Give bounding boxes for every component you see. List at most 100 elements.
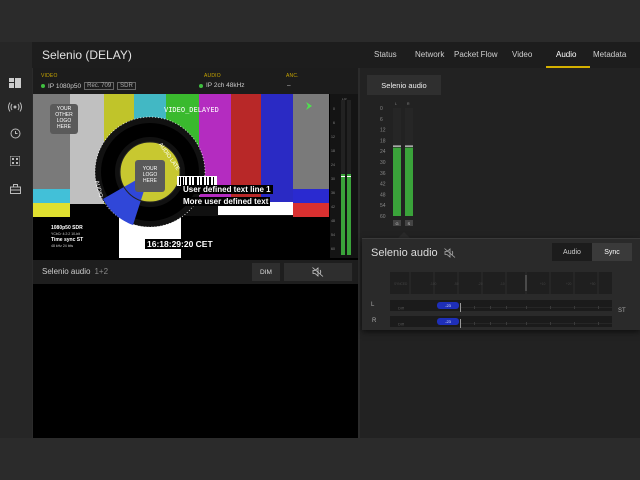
ring-top-text: VIDEO_DELAYED: [164, 106, 219, 114]
meter-peak: [393, 145, 401, 147]
dashboard-icon[interactable]: [8, 76, 22, 90]
range-chip: SDR: [117, 82, 136, 90]
grid-icon[interactable]: [8, 154, 22, 168]
mute-button[interactable]: [284, 263, 352, 281]
center-logo-placeholder: YOUR LOGO HERE: [142, 166, 158, 184]
audio-strip-channels: 1+2: [94, 267, 109, 276]
toolbox-icon[interactable]: [8, 182, 22, 196]
broadcast-icon[interactable]: [8, 100, 22, 114]
tab-video[interactable]: Video: [512, 50, 532, 59]
svg-text:-20: -20: [478, 282, 483, 286]
level-meter-svg: 0 6 12 18 24 30 36 42 48 54 60 L R G S: [380, 102, 413, 226]
meter-scale-label: 12: [380, 128, 386, 134]
meter-scale-label: 6: [380, 117, 383, 123]
svg-text:18: 18: [331, 149, 335, 153]
video-status-dot: [41, 84, 45, 88]
user-text-line-1: User defined text line 1: [181, 185, 273, 194]
svg-text:54: 54: [331, 233, 335, 237]
svg-text:0: 0: [333, 107, 335, 111]
app-root: Selenio (DELAY) Status Network Packet Fl…: [0, 0, 640, 480]
video-format: IP 1080p50 Rec. 709 SDR: [41, 82, 136, 90]
tab-network[interactable]: Network: [415, 50, 444, 59]
audio-strip-label: Selenio audio 1+2: [42, 267, 108, 276]
stereo-label: ST: [618, 308, 626, 314]
meter-scale-label: 42: [380, 182, 386, 188]
bottom-area: [0, 438, 640, 480]
svg-text:+10: +10: [540, 282, 546, 286]
svg-text:+50: +50: [590, 282, 596, 286]
audio-format-text: IP 2ch 48kHz: [206, 82, 245, 89]
svg-text:SYNCED: SYNCED: [394, 282, 408, 286]
time-sync: Time sync ST: [51, 237, 84, 243]
left-sync-value: -23: [437, 302, 459, 309]
tab-packet-flow[interactable]: Packet Flow: [454, 50, 498, 59]
video-format-text: IP 1080p50: [48, 82, 82, 90]
segment-sync[interactable]: Sync: [592, 243, 632, 261]
video-audio-meters: L R 0 6 12 18 24 30 36 42 48 54 60: [330, 94, 358, 258]
audio-sync-toggle: Audio Sync: [552, 243, 632, 261]
page-title: Selenio (DELAY): [42, 48, 132, 62]
svg-text:12: 12: [331, 135, 335, 139]
meter-scale-label: 60: [380, 214, 386, 220]
meter-scale-label: 30: [380, 160, 386, 166]
sync-row-right: Diff: [390, 316, 612, 328]
svg-text:+20: +20: [566, 282, 572, 286]
tab-audio[interactable]: Audio: [556, 50, 576, 59]
signal-info-bar: [33, 68, 358, 94]
anc-header: ANC.: [286, 73, 299, 79]
right-channel-label: R: [372, 318, 377, 324]
format-info: 1080p50 SDR: [51, 225, 83, 231]
meter-scale-label: 54: [380, 203, 386, 209]
time-sync-sub: 48 kHz 24 bits: [51, 244, 74, 248]
meter-bar: [405, 147, 413, 216]
meter-scale-label: 36: [380, 171, 386, 177]
audio-source-selector[interactable]: Selenio audio: [367, 75, 441, 95]
meter-header: L: [395, 102, 397, 106]
sync-timeline: SYNCED -100 -50 -20 -10 +10 +20 +50: [390, 272, 612, 294]
clock-icon[interactable]: [8, 126, 22, 140]
sync-row-left: Diff: [390, 300, 612, 312]
svg-text:30: 30: [331, 177, 335, 181]
svg-text:Diff: Diff: [398, 322, 405, 327]
side-rail: [0, 42, 32, 438]
svg-text:-10: -10: [500, 282, 505, 286]
meter-scale-label: 0: [380, 106, 383, 112]
video-preview[interactable]: YOUR OTHER LOGO HERE YOUR LOGO HERE VIDE…: [33, 94, 329, 258]
svg-text:-50: -50: [454, 282, 459, 286]
right-sync-value: -23: [437, 318, 459, 325]
left-channel-label: L: [371, 302, 375, 308]
svg-text:6: 6: [333, 121, 335, 125]
video-header: VIDEO: [41, 73, 58, 79]
audio-format: IP 2ch 48kHz: [199, 82, 245, 89]
meter-channel-label: S: [408, 221, 411, 226]
anc-value: –: [287, 82, 291, 89]
format-sub: YCbCr 4:2:2 10-bit: [51, 232, 80, 236]
meter-peak: [405, 145, 413, 147]
audio-level-meters: 0 6 12 18 24 30 36 42 48 54 60 L R G S: [380, 98, 420, 228]
other-logo-placeholder: YOUR OTHER LOGO HERE: [55, 106, 73, 130]
svg-text:Diff: Diff: [398, 306, 405, 311]
segment-audio[interactable]: Audio: [552, 243, 592, 261]
meter-scale-label: 48: [380, 192, 386, 198]
popup-title-text: Selenio audio: [371, 247, 438, 259]
colorimetry-chip: Rec. 709: [84, 82, 115, 90]
svg-text:60: 60: [331, 247, 335, 251]
audio-header: AUDIO: [204, 73, 221, 79]
tab-metadata[interactable]: Metadata: [593, 50, 626, 59]
svg-text:42: 42: [331, 205, 335, 209]
tab-status[interactable]: Status: [374, 50, 397, 59]
timecode-clock: 16:18:29:20 CET: [145, 239, 215, 249]
svg-text:48: 48: [331, 219, 335, 223]
speaker-muted-icon: [312, 267, 324, 277]
meter-bar: [393, 147, 401, 216]
audio-strip-name: Selenio audio: [42, 267, 91, 276]
meter-header: R: [407, 102, 410, 106]
popup-title: Selenio audio: [371, 247, 456, 259]
svg-text:24: 24: [331, 163, 335, 167]
meter-channel-label: G: [396, 221, 399, 226]
dim-button[interactable]: DIM: [252, 263, 280, 281]
speaker-muted-icon[interactable]: [443, 248, 456, 258]
svg-text:-100: -100: [430, 282, 437, 286]
meter-scale-label: 18: [380, 138, 386, 144]
user-text-line-2: More user defined text: [181, 197, 271, 206]
